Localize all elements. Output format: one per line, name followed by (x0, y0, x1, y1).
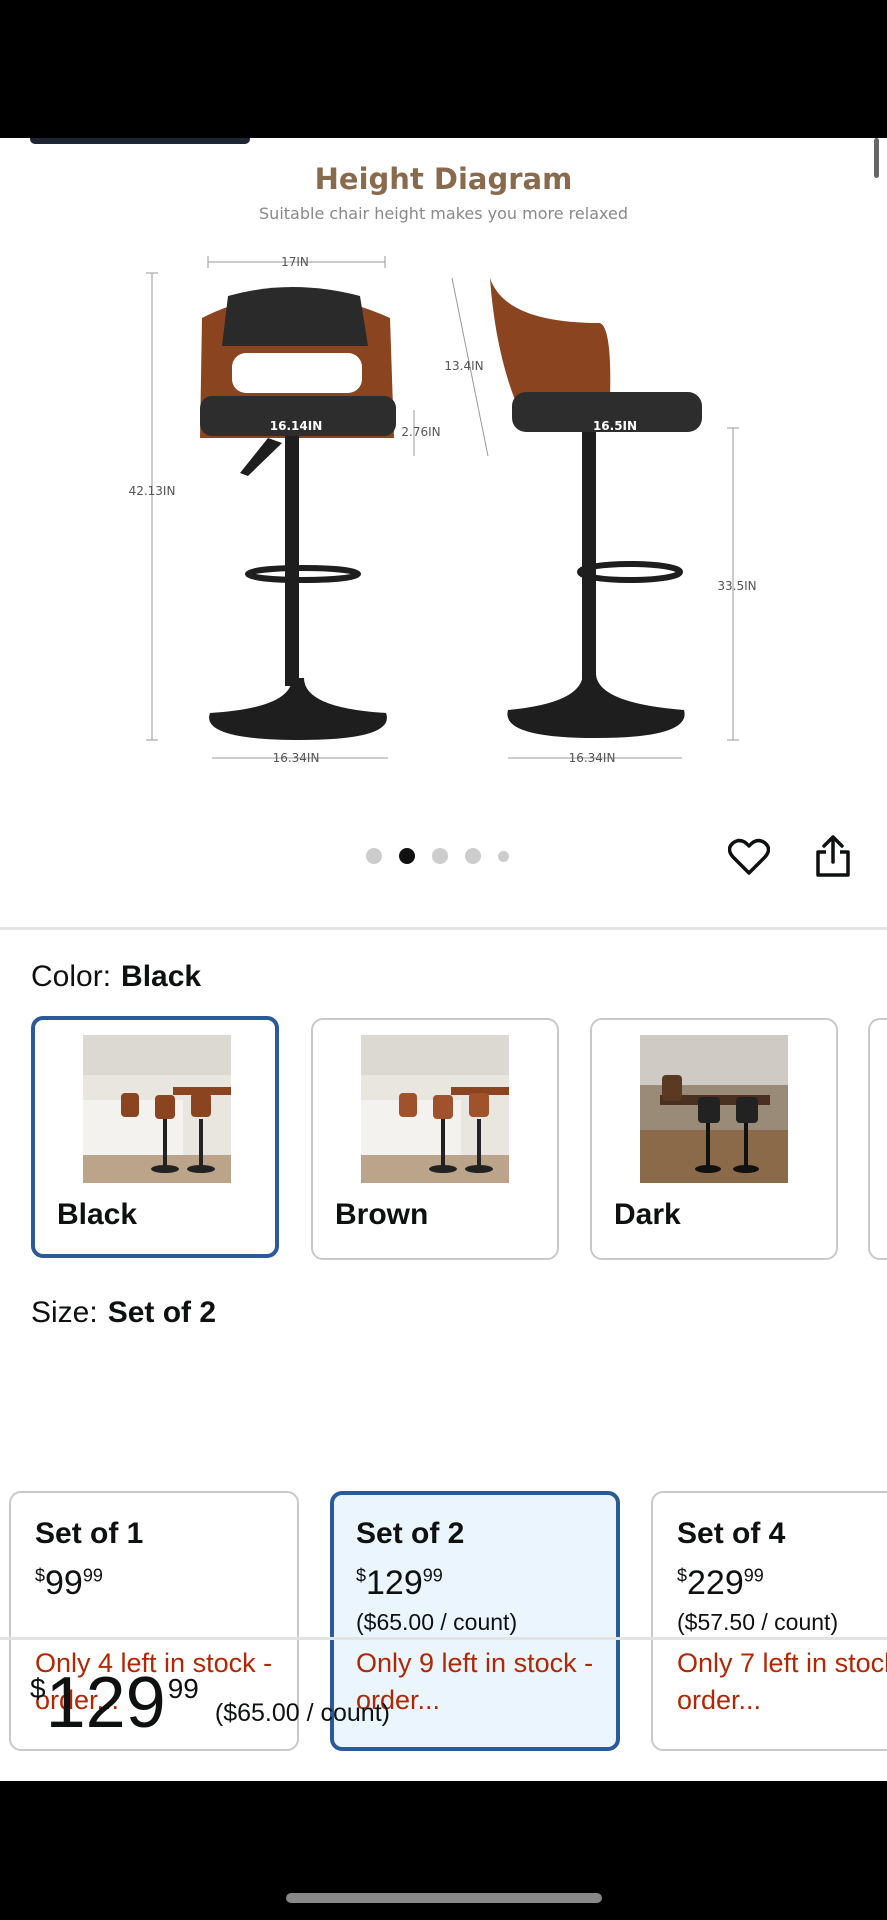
color-option-label: Dark (614, 1198, 681, 1231)
dim-base-side: 16.34IN (569, 751, 616, 765)
size-option-stock: Only 9 left in stock - order... (356, 1648, 594, 1715)
size-option-set-of-4[interactable]: Set of 4 $22999 ($57.50 / count) Only 7 … (651, 1491, 887, 1751)
color-option-label: Brown (335, 1198, 429, 1231)
currency-symbol: $ (356, 1565, 367, 1586)
size-option-name: Set of 1 (35, 1517, 144, 1550)
section-divider (0, 1637, 887, 1640)
color-label-row: Color: Black (31, 960, 201, 994)
color-option-black[interactable]: Black (31, 1016, 279, 1258)
size-label-row: Size: Set of 2 (31, 1296, 216, 1330)
currency-symbol: $ (35, 1565, 46, 1586)
height-diagram-drawing: 17IN 42.13IN 16.14IN 2.76IN 13.4IN 16.5I… (129, 255, 757, 765)
diagram-subtitle: Suitable chair height makes you more rel… (259, 204, 628, 223)
size-label: Size: (31, 1296, 98, 1329)
carousel-dot[interactable] (465, 848, 481, 864)
carousel-dot[interactable] (366, 848, 382, 864)
size-option-price: $22999 (677, 1563, 887, 1603)
product-page: 17IN 42.13IN 16.14IN 2.76IN 13.4IN 16.5I… (0, 138, 887, 1781)
section-divider (0, 927, 887, 930)
front-stool (200, 287, 396, 740)
price-cents: 99 (82, 1565, 103, 1586)
size-option-per-count (35, 1609, 297, 1637)
dim-overall-height: 42.13IN (129, 484, 176, 498)
color-label: Color: (31, 960, 112, 993)
diagram-title: Height Diagram (314, 162, 573, 196)
price-whole: 99 (45, 1564, 83, 1602)
carousel-dot-active[interactable] (399, 848, 415, 864)
color-option-dark[interactable]: Dark (590, 1018, 838, 1260)
price-whole: 229 (687, 1564, 744, 1602)
color-thumbnail-dark (640, 1035, 788, 1183)
dim-seat-thickness: 2.76IN (401, 425, 440, 439)
color-option-brown[interactable]: Brown (311, 1018, 559, 1260)
size-option-name: Set of 4 (677, 1517, 786, 1550)
price-whole: 129 (366, 1564, 423, 1602)
wishlist-button[interactable] (724, 832, 774, 882)
color-selected: Black (121, 960, 202, 993)
color-option-label: Black (57, 1198, 138, 1231)
dim-base-front: 16.34IN (273, 751, 320, 765)
share-icon (816, 835, 850, 877)
home-indicator[interactable] (286, 1893, 602, 1903)
dim-seat-height: 33.5IN (717, 579, 756, 593)
dim-back-height: 13.4IN (444, 359, 483, 373)
price-whole: 129 (45, 1663, 166, 1743)
carousel-dots[interactable] (366, 846, 526, 866)
side-stool (490, 278, 702, 738)
size-option-per-count: ($65.00 / count) (356, 1609, 518, 1635)
currency-symbol: $ (677, 1565, 688, 1586)
price-cents: 99 (422, 1565, 443, 1586)
share-button[interactable] (808, 831, 858, 881)
price-cents: 99 (167, 1673, 199, 1704)
dim-seat-width: 16.14IN (270, 419, 322, 433)
carousel-dot[interactable] (498, 850, 509, 862)
size-option-name: Set of 2 (356, 1517, 465, 1550)
price-per-count: ($65.00 / count) (214, 1699, 390, 1727)
size-selected: Set of 2 (107, 1296, 217, 1329)
size-option-price: $12999 (356, 1563, 616, 1603)
heart-icon (728, 838, 770, 875)
price-cents: 99 (743, 1565, 764, 1586)
size-option-stock: Only 7 left in stock - order... (677, 1648, 887, 1715)
buybox-price: $ 129 99 ($65.00 / count) (30, 1663, 390, 1743)
price-currency: $ (30, 1673, 46, 1704)
product-image[interactable]: 17IN 42.13IN 16.14IN 2.76IN 13.4IN 16.5I… (0, 138, 887, 798)
status-bar-area (0, 0, 887, 138)
color-option-more[interactable] (868, 1018, 887, 1260)
size-option-price: $9999 (35, 1563, 297, 1603)
carousel-dot[interactable] (432, 848, 448, 864)
size-option-per-count: ($57.50 / count) (677, 1609, 839, 1635)
dim-top-width: 17IN (281, 255, 309, 269)
dim-seat-depth: 16.5IN (593, 419, 637, 433)
color-thumbnail-black (83, 1035, 231, 1183)
color-thumbnail-brown (361, 1035, 509, 1183)
